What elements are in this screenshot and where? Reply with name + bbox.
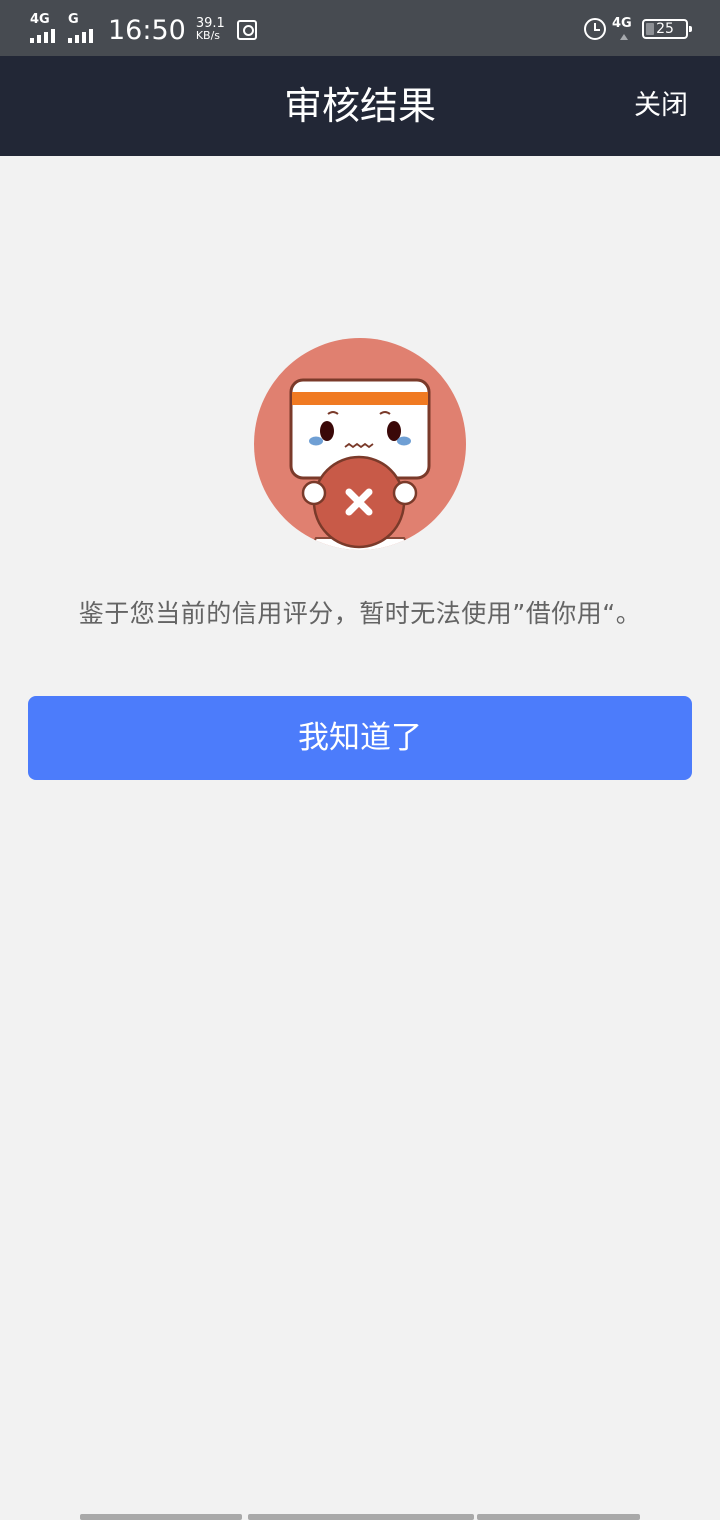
rejected-mascot-icon bbox=[254, 338, 466, 550]
network-icon: 4G bbox=[612, 14, 636, 44]
status-time: 16:50 bbox=[108, 14, 186, 46]
signal-icon: 4G bbox=[30, 13, 60, 47]
status-right: 4G 25 bbox=[584, 12, 692, 46]
battery-level: 25 bbox=[656, 21, 674, 37]
close-button[interactable]: 关闭 bbox=[634, 56, 688, 156]
screenshot-icon bbox=[236, 20, 257, 40]
status-bar: 4G G 16:50 39.1 KB/s 4G 25 bbox=[0, 0, 720, 56]
home-indicator[interactable] bbox=[80, 1514, 640, 1520]
speed-unit: KB/s bbox=[195, 29, 221, 42]
battery-icon: 25 bbox=[642, 19, 692, 39]
network-type-1: 4G bbox=[30, 12, 50, 27]
network-speed: 39.1 KB/s bbox=[195, 17, 225, 42]
alarm-icon bbox=[584, 18, 606, 40]
result-message: 鉴于您当前的信用评分，暂时无法使用”借你用“。 bbox=[78, 599, 642, 628]
navigation-bar: 审核结果 关闭 bbox=[0, 56, 720, 156]
network-type-2: G bbox=[68, 12, 79, 27]
acknowledge-button[interactable]: 我知道了 bbox=[28, 696, 692, 780]
page-title: 审核结果 bbox=[283, 84, 436, 128]
status-left: 4G G 16:50 39.1 KB/s bbox=[30, 10, 257, 50]
network-type-right: 4G bbox=[612, 16, 632, 31]
signal-icon: G bbox=[68, 13, 98, 47]
